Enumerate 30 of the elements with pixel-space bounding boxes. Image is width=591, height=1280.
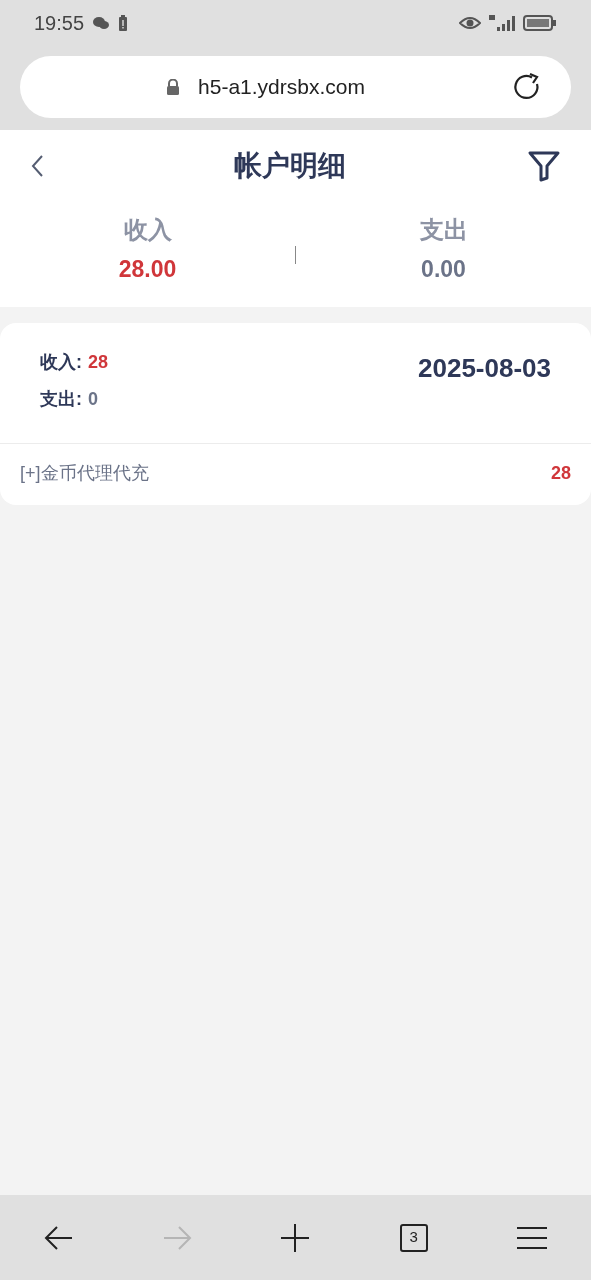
battery-icon — [523, 14, 557, 31]
entry-description: [+]金币代理代充 — [20, 462, 149, 485]
arrow-left-icon — [44, 1224, 75, 1251]
summary-label: 支出 — [419, 215, 468, 246]
arrow-right-icon — [162, 1224, 193, 1251]
lock-icon — [166, 79, 181, 95]
battery-alert-icon — [118, 14, 129, 31]
income-value: 28 — [88, 351, 109, 374]
menu-icon — [515, 1225, 548, 1250]
income-label: 收入: — [40, 351, 82, 374]
filter-icon — [527, 149, 561, 183]
expense-label: 支出: — [40, 388, 82, 411]
eye-icon — [459, 15, 481, 30]
expense-value: 0 — [88, 388, 98, 411]
page-title: 帐户明细 — [233, 149, 346, 183]
chat-icon — [92, 15, 111, 30]
filter-button[interactable] — [527, 149, 561, 183]
tabs-button[interactable]: 3 — [399, 1223, 428, 1252]
url-text: h5-a1.ydrsbx.com — [198, 74, 365, 101]
signal-icon — [489, 13, 515, 32]
summary-value: 0.00 — [421, 255, 466, 285]
summary-label: 收入 — [123, 215, 172, 246]
date-text: 2025-08-03 — [418, 352, 551, 385]
summary-value: 28.00 — [118, 255, 177, 285]
entry-amount: 28 — [550, 462, 571, 485]
chevron-left-icon — [30, 154, 44, 178]
status-time: 19:55 — [34, 10, 85, 36]
address-bar[interactable]: h5-a1.ydrsbx.com — [20, 56, 571, 118]
plus-icon — [280, 1222, 311, 1253]
reload-icon — [512, 72, 542, 102]
